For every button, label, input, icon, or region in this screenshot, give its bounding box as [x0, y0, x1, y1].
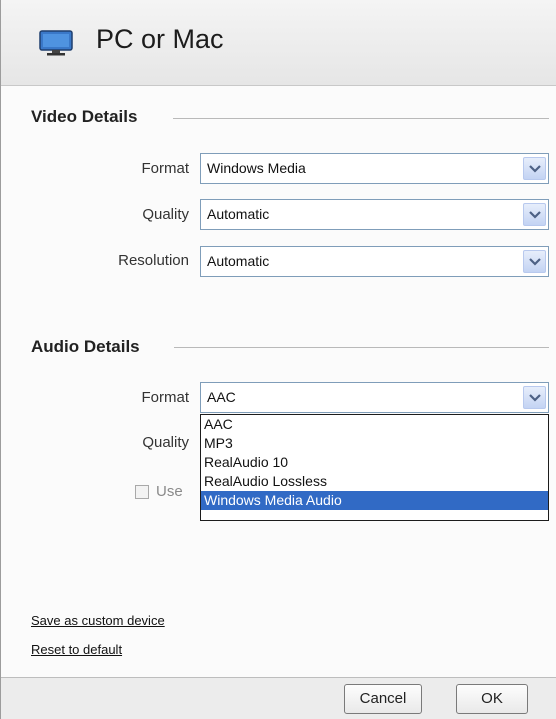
audio-section-divider — [174, 347, 549, 348]
dropdown-option-realaudio-lossless[interactable]: RealAudio Lossless — [201, 472, 548, 491]
dropdown-option-realaudio-10[interactable]: RealAudio 10 — [201, 453, 548, 472]
audio-format-label: Format — [141, 389, 189, 406]
cancel-button[interactable]: Cancel — [344, 684, 422, 714]
chevron-down-icon[interactable] — [523, 203, 546, 226]
video-quality-select[interactable]: Automatic — [200, 199, 549, 230]
video-quality-label: Quality — [142, 206, 189, 223]
chevron-down-icon[interactable] — [523, 250, 546, 273]
ok-button[interactable]: OK — [456, 684, 528, 714]
use-checkbox[interactable] — [135, 485, 149, 499]
dropdown-option-windows-media-audio[interactable]: Windows Media Audio — [201, 491, 548, 510]
video-quality-value: Automatic — [207, 206, 270, 222]
video-section-divider — [173, 118, 549, 119]
use-checkbox-label: Use — [156, 483, 183, 500]
dropdown-option-aac[interactable]: AAC — [201, 415, 548, 434]
dropdown-option-mp3[interactable]: MP3 — [201, 434, 548, 453]
audio-format-select[interactable]: AAC — [200, 382, 549, 413]
chevron-down-icon[interactable] — [523, 386, 546, 409]
audio-format-dropdown-list: AAC MP3 RealAudio 10 RealAudio Lossless … — [200, 414, 549, 521]
video-resolution-value: Automatic — [207, 253, 270, 269]
title-bar: PC or Mac — [1, 0, 556, 86]
audio-quality-label: Quality — [142, 434, 189, 451]
dialog-footer: Cancel OK — [1, 677, 556, 719]
video-format-select[interactable]: Windows Media — [200, 153, 549, 184]
dialog-title: PC or Mac — [96, 24, 224, 54]
reset-to-default-link[interactable]: Reset to default — [31, 642, 122, 657]
video-details-heading: Video Details — [31, 107, 138, 126]
monitor-icon — [39, 30, 73, 56]
audio-format-value: AAC — [207, 389, 236, 405]
dialog-window: PC or Mac Video Details Format Windows M… — [0, 0, 556, 719]
video-format-label: Format — [141, 160, 189, 177]
audio-details-heading: Audio Details — [31, 337, 140, 356]
save-as-custom-device-link[interactable]: Save as custom device — [31, 613, 165, 628]
video-format-value: Windows Media — [207, 160, 306, 176]
chevron-down-icon[interactable] — [523, 157, 546, 180]
video-resolution-select[interactable]: Automatic — [200, 246, 549, 277]
video-resolution-label: Resolution — [118, 252, 189, 269]
